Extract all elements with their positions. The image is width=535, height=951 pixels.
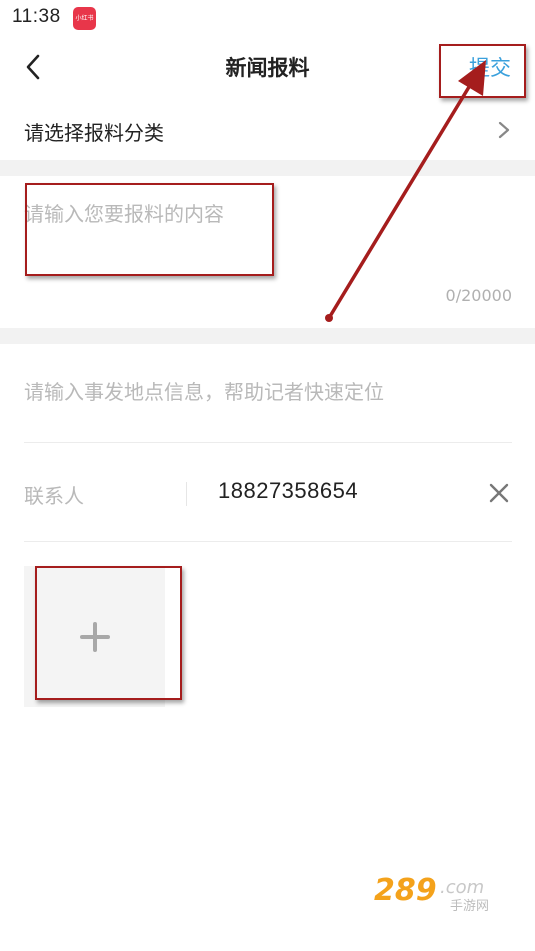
notification-app-icon-text: 小红书	[75, 15, 94, 22]
status-bar: 11:38 小红书	[0, 0, 535, 38]
char-counter: 0/20000	[445, 286, 512, 305]
watermark-logo: 289 .com 手游网	[370, 868, 520, 914]
svg-text:手游网: 手游网	[450, 899, 489, 912]
svg-text:289: 289	[374, 873, 437, 908]
contact-separator	[186, 482, 187, 506]
location-section	[0, 344, 535, 442]
row-divider	[24, 541, 512, 542]
content-input[interactable]	[24, 198, 510, 278]
nav-bar: 新闻报料 提交	[0, 38, 535, 96]
section-divider	[0, 160, 535, 176]
contact-phone-field[interactable]: 18827358654	[218, 478, 358, 504]
clear-button[interactable]	[486, 480, 512, 506]
plus-icon	[80, 622, 110, 652]
content-section: 0/20000	[0, 176, 535, 328]
status-time: 11:38	[12, 6, 61, 27]
submit-button[interactable]: 提交	[469, 52, 511, 82]
page-title: 新闻报料	[225, 56, 310, 80]
location-input[interactable]	[24, 376, 510, 408]
category-label: 请选择报料分类	[24, 121, 164, 145]
contact-label: 联系人	[24, 484, 84, 508]
contact-section: 联系人 18827358654	[0, 444, 535, 541]
notification-app-icon: 小红书	[73, 7, 96, 30]
chevron-right-icon	[498, 121, 510, 139]
close-icon	[489, 483, 509, 503]
svg-text:.com: .com	[440, 877, 484, 898]
add-image-button[interactable]	[24, 566, 165, 707]
category-selector[interactable]: 请选择报料分类	[0, 100, 535, 160]
section-divider	[0, 328, 535, 344]
row-divider	[24, 442, 512, 443]
